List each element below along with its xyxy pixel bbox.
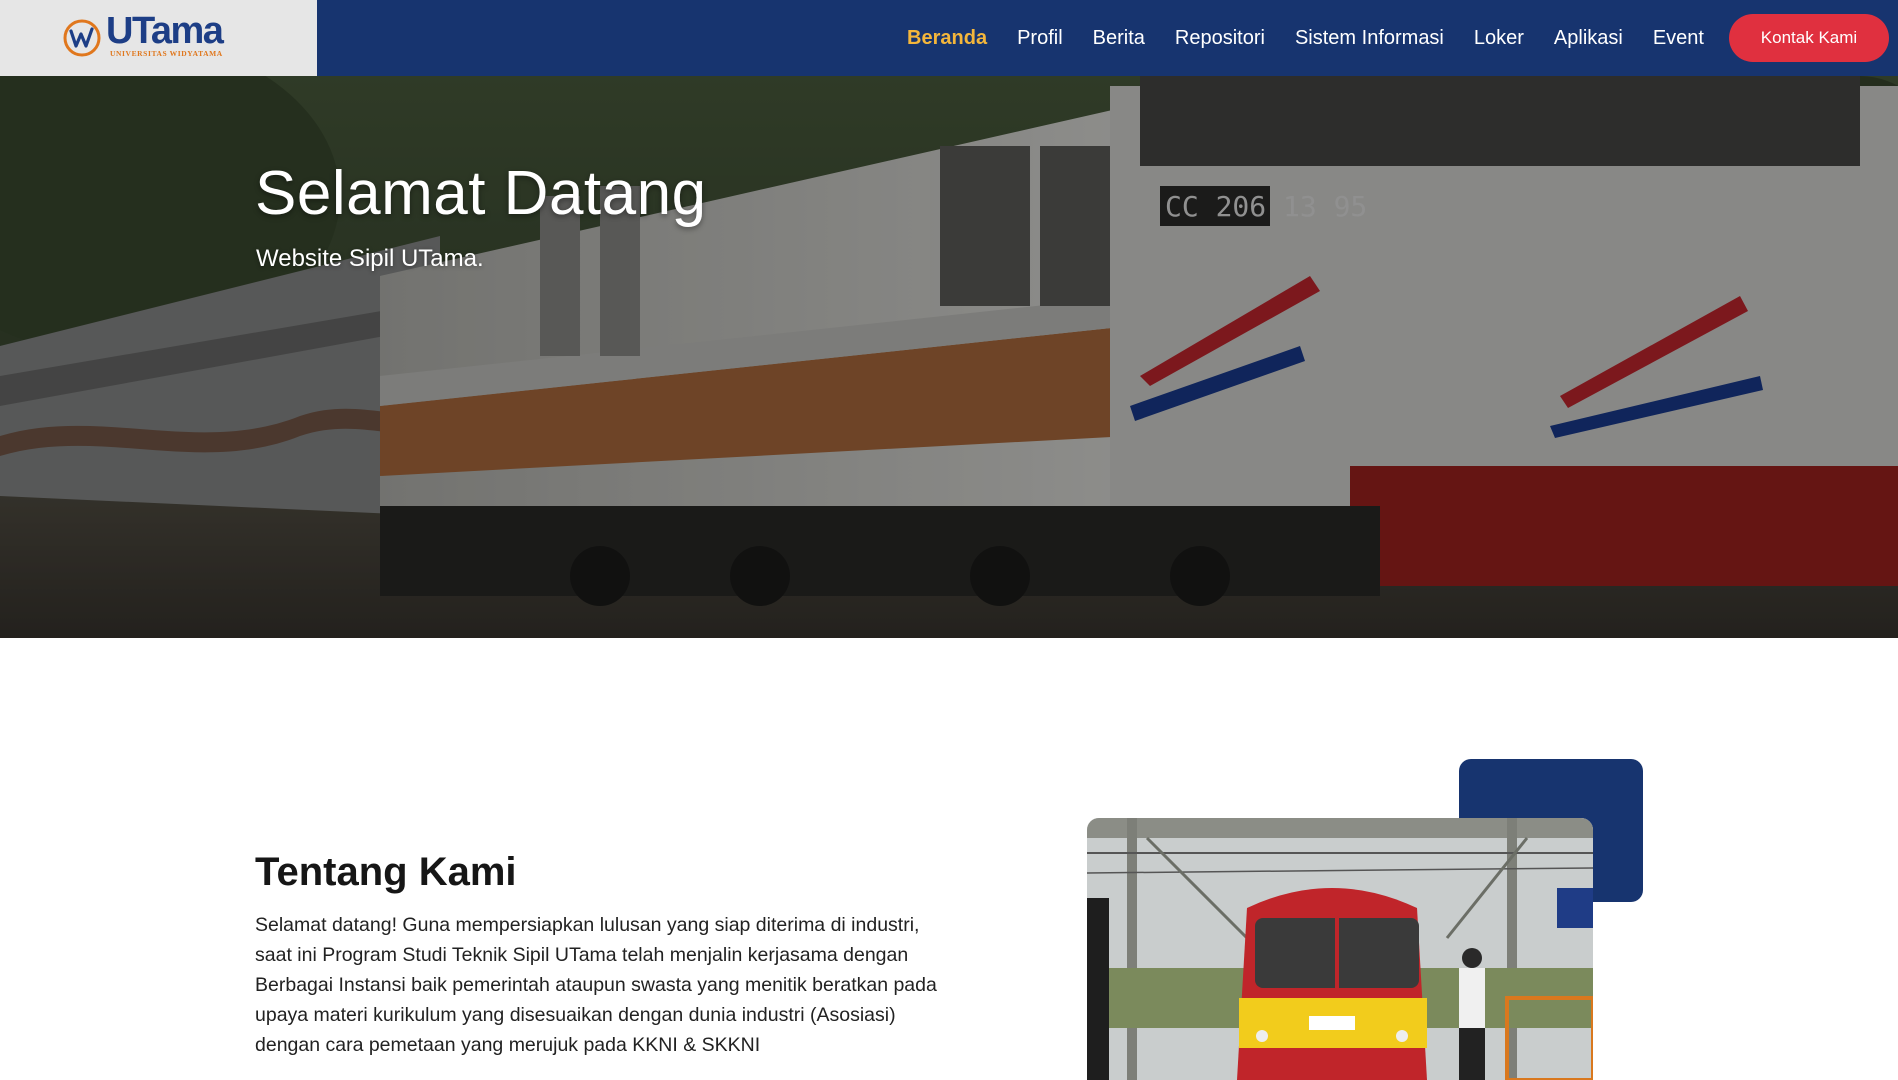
nav-item-repositori[interactable]: Repositori	[1175, 27, 1265, 50]
hero-banner: CC 206 13 95 Selamat Datang Website Sipi…	[0, 76, 1898, 638]
contact-button[interactable]: Kontak Kami	[1729, 14, 1889, 62]
nav-item-beranda[interactable]: Beranda	[907, 27, 987, 50]
commuter-train-image	[1087, 818, 1593, 1080]
site-header: UTama UNIVERSITAS WIDYATAMA Beranda Prof…	[0, 0, 1898, 76]
nav-item-sistem-informasi[interactable]: Sistem Informasi	[1295, 27, 1444, 50]
about-title: Tentang Kami	[255, 850, 517, 894]
logo[interactable]: UTama UNIVERSITAS WIDYATAMA	[0, 0, 317, 76]
logo-subtitle: UNIVERSITAS WIDYATAMA	[110, 49, 223, 58]
nav-item-aplikasi[interactable]: Aplikasi	[1554, 27, 1623, 50]
nav-item-loker[interactable]: Loker	[1474, 27, 1524, 50]
hero-subtitle: Website Sipil UTama.	[256, 245, 484, 272]
logo-text: UTama	[106, 10, 224, 52]
about-text: Selamat datang! Guna mempersiapkan lulus…	[255, 914, 937, 1056]
main-nav: Beranda Profil Berita Repositori Sistem …	[877, 0, 1898, 76]
nav-item-berita[interactable]: Berita	[1093, 27, 1145, 50]
about-train-photo	[1087, 818, 1593, 1080]
nav-item-event[interactable]: Event	[1653, 27, 1704, 50]
hero-title: Selamat Datang	[255, 159, 707, 228]
nav-item-profil[interactable]: Profil	[1017, 27, 1063, 50]
logo-mark-icon	[63, 19, 101, 57]
